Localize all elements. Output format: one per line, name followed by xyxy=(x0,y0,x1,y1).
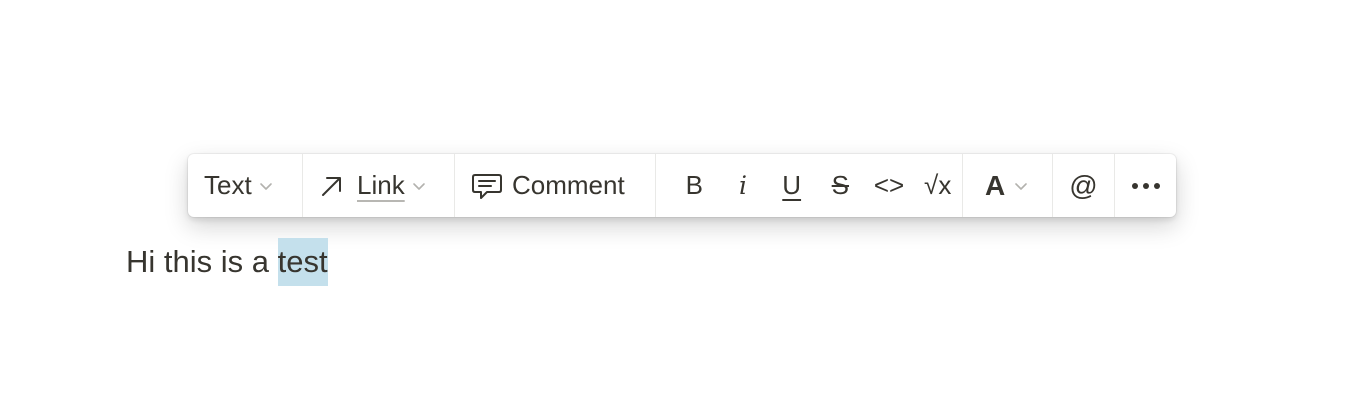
color-segment: A xyxy=(963,154,1053,217)
block-type-label: Text xyxy=(204,170,252,200)
text-format-segment: B i U S <> √x xyxy=(656,154,963,217)
formatting-toolbar: Text Link Comment B i U S <> √x A @ xyxy=(188,154,1176,217)
comment-button[interactable]: Comment xyxy=(471,154,625,217)
bold-button[interactable]: B xyxy=(670,154,719,217)
text-color-label: A xyxy=(985,169,1006,201)
comment-label: Comment xyxy=(512,170,625,200)
code-button[interactable]: <> xyxy=(865,154,914,217)
link-button[interactable]: Link xyxy=(319,154,427,217)
comment-segment: Comment xyxy=(455,154,656,217)
comment-icon xyxy=(472,173,502,199)
text-color-button[interactable]: A xyxy=(985,154,1029,217)
selected-text[interactable]: test xyxy=(277,238,328,286)
more-icon xyxy=(1131,182,1160,189)
underline-button[interactable]: U xyxy=(767,154,816,217)
equation-button[interactable]: √x xyxy=(913,154,962,217)
more-button[interactable] xyxy=(1131,154,1160,217)
chevron-down-icon xyxy=(412,182,425,190)
underline-label: U xyxy=(782,170,802,200)
text-block[interactable]: Hi this is a test xyxy=(126,238,328,286)
mention-segment: @ xyxy=(1053,154,1115,217)
arrow-up-right-icon xyxy=(322,176,341,196)
code-label: <> xyxy=(873,170,905,200)
link-segment: Link xyxy=(303,154,455,217)
block-type-segment: Text xyxy=(188,154,303,217)
strikethrough-label: S xyxy=(831,170,850,200)
mention-button[interactable]: @ xyxy=(1069,154,1097,217)
strikethrough-button[interactable]: S xyxy=(816,154,865,217)
text-block-content: Hi this is a xyxy=(126,244,278,279)
link-label: Link xyxy=(357,170,405,200)
turn-into-button[interactable]: Text xyxy=(204,154,274,217)
page: Text Link Comment B i U S <> √x A @ Hi t… xyxy=(0,0,1346,414)
equation-label: √x xyxy=(924,170,952,200)
chevron-down-icon xyxy=(259,182,272,190)
chevron-down-icon xyxy=(1015,182,1028,190)
more-segment xyxy=(1115,154,1176,217)
italic-button[interactable]: i xyxy=(719,154,768,217)
